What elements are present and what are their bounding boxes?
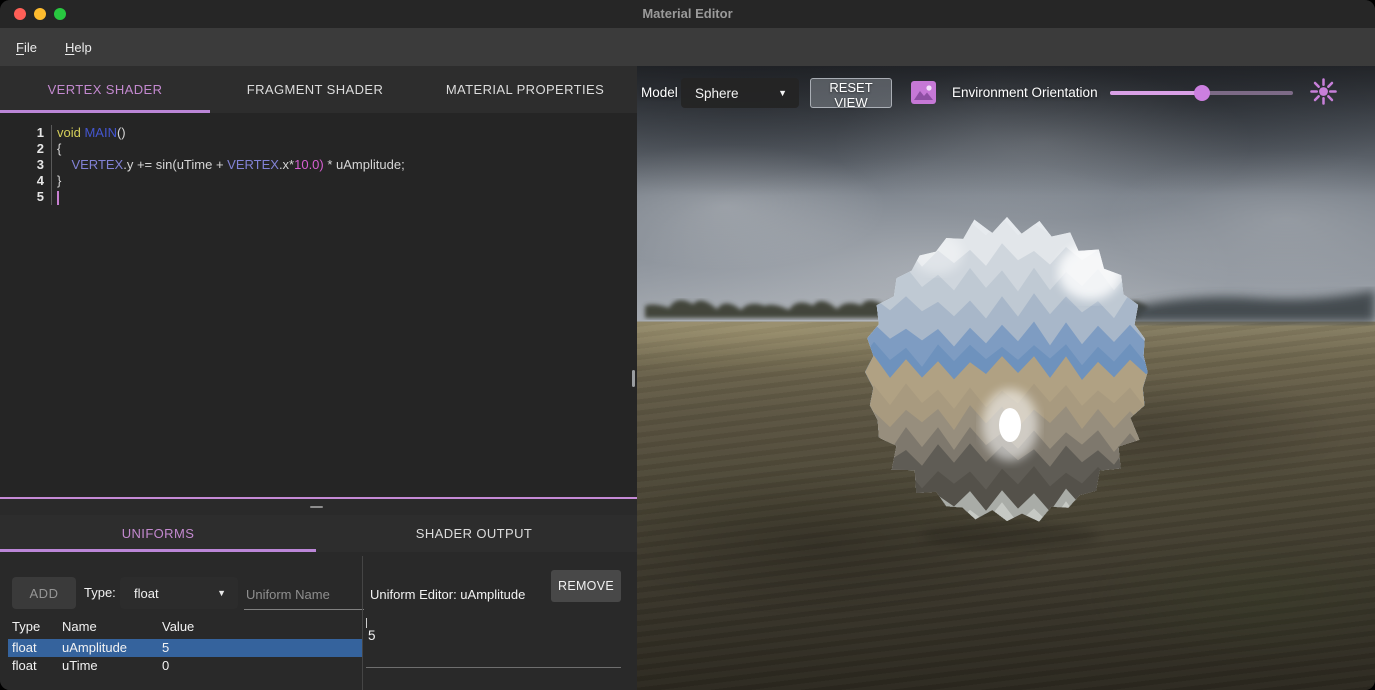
code-line: 5 (0, 189, 637, 205)
table-row[interactable]: floatuAmplitude5 (8, 639, 362, 657)
uniform-type-select[interactable]: float ▼ (120, 577, 238, 609)
text-caret (366, 618, 367, 628)
uniform-editor-title: Uniform Editor: uAmplitude (370, 587, 525, 602)
material-editor-window: Material Editor File Help VERTEX SHADERFR… (0, 0, 1375, 690)
code-text: } (51, 173, 61, 189)
tab-fragment-shader[interactable]: FRAGMENT SHADER (210, 66, 420, 113)
code-text: VERTEX.y += sin(uTime + VERTEX.x*10.0) *… (51, 157, 405, 173)
model-label: Model (641, 77, 678, 109)
chevron-down-icon: ▼ (778, 88, 787, 98)
menu-item-file[interactable]: File (4, 40, 49, 55)
slider-fill (1110, 91, 1202, 95)
window-title: Material Editor (0, 0, 1375, 28)
field-ground (637, 322, 1375, 690)
line-number: 3 (0, 157, 51, 173)
table-row[interactable]: floatuTime0 (8, 657, 362, 675)
code-text (51, 189, 59, 205)
code-editor[interactable]: 1void MAIN()2{3 VERTEX.y += sin(uTime + … (0, 113, 637, 497)
title-bar: Material Editor (0, 0, 1375, 28)
uniform-name-input[interactable] (244, 579, 364, 610)
tab-material-properties[interactable]: MATERIAL PROPERTIES (420, 66, 630, 113)
vertical-divider (362, 556, 363, 690)
tab-vertex-shader[interactable]: VERTEX SHADER (0, 66, 210, 113)
value-input-underline (366, 667, 621, 668)
type-label: Type: (84, 577, 116, 609)
viewport-toolbar: Model Sphere ▼ RESET VIEW Environment Or… (637, 77, 1375, 109)
bottom-tab-bar: UNIFORMSSHADER OUTPUT (0, 515, 637, 552)
rendered-sphere-scene (637, 66, 1375, 690)
vertical-splitter-handle[interactable] (632, 370, 635, 387)
sun-icon[interactable] (1310, 78, 1337, 105)
environment-orientation-label: Environment Orientation (952, 77, 1098, 109)
type-select-value: float (134, 586, 159, 601)
line-number: 2 (0, 141, 51, 157)
editor-caret (57, 191, 59, 205)
horizontal-splitter[interactable] (0, 499, 637, 515)
tab-shader-output[interactable]: SHADER OUTPUT (316, 515, 632, 552)
menu-item-help[interactable]: Help (53, 40, 104, 55)
table-header: TypeNameValue (0, 618, 362, 636)
line-number: 5 (0, 189, 51, 205)
remove-uniform-button[interactable]: REMOVE (551, 570, 621, 602)
menu-bar: File Help (0, 28, 1375, 66)
splitter-handle-icon (310, 506, 323, 508)
line-number: 1 (0, 125, 51, 141)
code-line: 3 VERTEX.y += sin(uTime + VERTEX.x*10.0)… (0, 157, 637, 173)
line-number: 4 (0, 173, 51, 189)
reset-view-button[interactable]: RESET VIEW (810, 78, 892, 108)
model-select-value: Sphere (695, 86, 739, 101)
slider-handle[interactable] (1194, 85, 1210, 101)
code-text: { (51, 141, 61, 157)
uniform-table: TypeNameValue floatuAmplitude5floatuTime0 (0, 618, 362, 675)
viewport-3d[interactable]: Model Sphere ▼ RESET VIEW Environment Or… (637, 66, 1375, 690)
chevron-down-icon: ▼ (217, 588, 226, 598)
shader-tab-bar: VERTEX SHADERFRAGMENT SHADERMATERIAL PRO… (0, 66, 637, 113)
code-line: 2{ (0, 141, 637, 157)
code-text: void MAIN() (51, 125, 126, 141)
code-line: 4} (0, 173, 637, 189)
code-line: 1void MAIN() (0, 125, 637, 141)
uniforms-pane: ADD Type: float ▼ TypeNameValue floatuAmp… (0, 552, 637, 690)
add-uniform-button[interactable]: ADD (12, 577, 76, 609)
environment-orientation-slider[interactable] (1110, 77, 1293, 109)
uniform-value-field[interactable]: 5 (368, 628, 376, 643)
shader-editor-panel: VERTEX SHADERFRAGMENT SHADERMATERIAL PRO… (0, 66, 637, 690)
tab-uniforms[interactable]: UNIFORMS (0, 515, 316, 552)
environment-image-icon[interactable] (910, 79, 937, 106)
model-select[interactable]: Sphere ▼ (681, 78, 799, 108)
